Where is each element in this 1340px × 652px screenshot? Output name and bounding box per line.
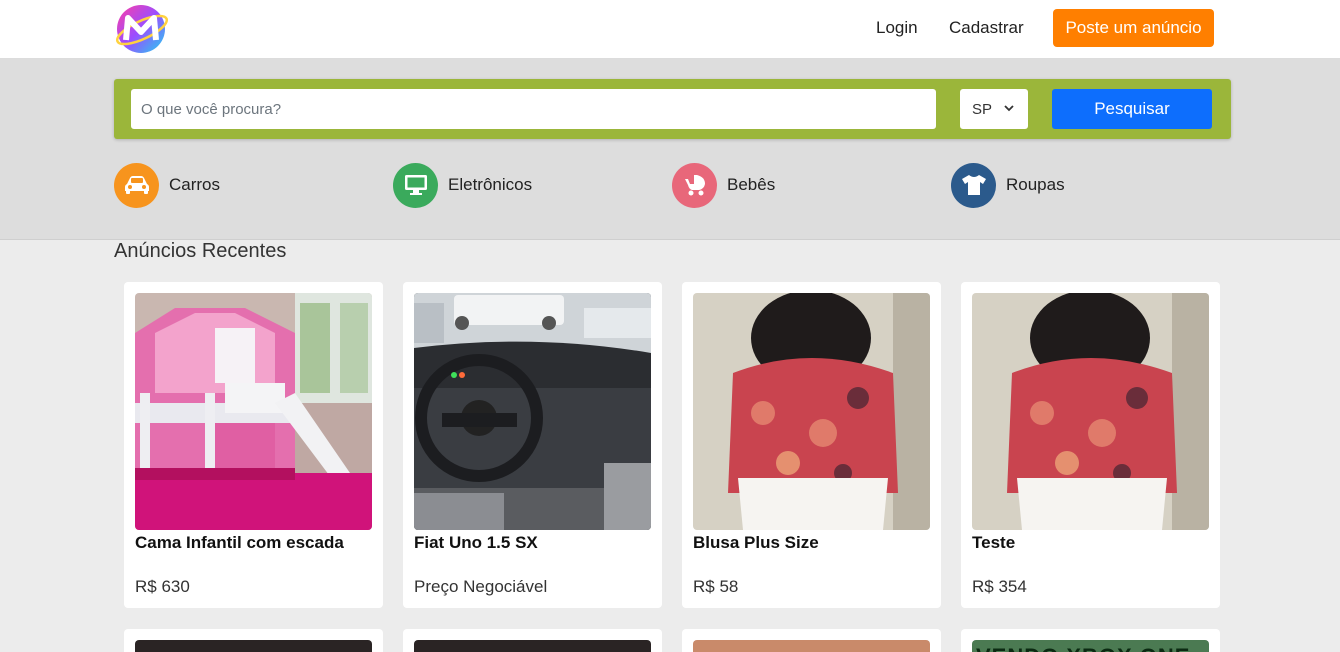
ad-title: Blusa Plus Size — [693, 533, 819, 552]
search-bar: SP Pesquisar — [114, 79, 1231, 139]
ad-title: Cama Infantil com escada — [135, 533, 344, 552]
section-title: Anúncios Recentes — [114, 240, 287, 262]
ad-photo-banner-text: VENDO XBOX ONE — [976, 644, 1190, 652]
ad-price: Preço Negociável — [414, 577, 548, 596]
ad-photo — [414, 640, 651, 652]
ad-card[interactable]: Fiat Uno 1.5 SX Preço Negociável — [403, 282, 662, 608]
car-icon — [114, 162, 159, 208]
ad-title: Fiat Uno 1.5 SX — [414, 533, 538, 552]
ad-title: Teste — [972, 533, 1016, 552]
ad-photo — [693, 640, 930, 652]
login-link[interactable]: Login — [876, 18, 918, 38]
ad-price: R$ 58 — [693, 577, 739, 596]
state-select[interactable]: SP — [960, 89, 1028, 129]
category-bebes[interactable]: Bebês — [672, 162, 775, 208]
ad-price: R$ 354 — [972, 577, 1027, 596]
ad-card[interactable]: Cama Infantil com escada R$ 630 — [124, 282, 383, 608]
shirt-icon — [951, 162, 996, 208]
ad-photo: VENDO XBOX ONE — [972, 640, 1209, 652]
ad-card[interactable]: VENDO XBOX ONE — [961, 629, 1220, 652]
category-label: Roupas — [1006, 175, 1065, 194]
category-label: Eletrônicos — [448, 175, 533, 194]
ad-photo — [135, 640, 372, 652]
ad-card[interactable]: Teste R$ 354 — [961, 282, 1220, 608]
category-eletronicos[interactable]: Eletrônicos — [393, 162, 532, 208]
category-roupas[interactable]: Roupas — [951, 162, 1065, 208]
search-input[interactable] — [131, 89, 936, 129]
ad-card[interactable] — [403, 629, 662, 652]
search-button[interactable]: Pesquisar — [1052, 89, 1212, 129]
ad-card[interactable]: Blusa Plus Size R$ 58 — [682, 282, 941, 608]
state-select-value: SP — [972, 100, 993, 118]
site-logo[interactable] — [114, 2, 170, 54]
post-ad-button[interactable]: Poste um anúncio — [1053, 9, 1214, 47]
stroller-icon — [672, 162, 717, 208]
ad-card[interactable] — [682, 629, 941, 652]
ad-photo — [972, 293, 1209, 530]
chevron-down-icon — [1004, 105, 1014, 112]
category-label: Bebês — [727, 175, 776, 194]
ad-photo — [693, 293, 930, 530]
category-carros[interactable]: Carros — [114, 162, 220, 208]
search-section: SP Pesquisar Carros — [0, 59, 1340, 240]
ad-photo — [135, 293, 372, 530]
monitor-icon — [393, 162, 438, 208]
ad-card[interactable] — [124, 629, 383, 652]
top-navbar: Login Cadastrar Poste um anúncio — [0, 0, 1340, 59]
ad-price: R$ 630 — [135, 577, 190, 596]
register-link[interactable]: Cadastrar — [949, 18, 1024, 38]
ad-photo — [414, 293, 651, 530]
category-label: Carros — [169, 175, 221, 194]
